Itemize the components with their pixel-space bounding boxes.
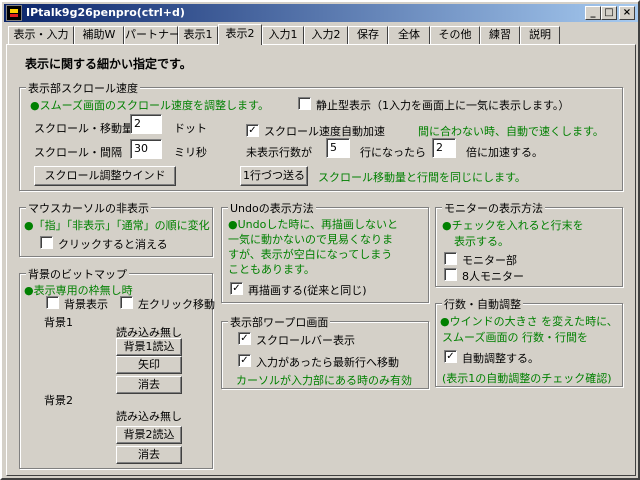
left-click-move-label: 左クリック移動 [138,298,215,311]
page-heading: 表示に関する細かい指定です。 [25,57,192,71]
monitor-title: モニターの表示方法 [442,200,545,216]
auto-accel-note: 間に合わない時、自動で速くします。 [418,125,604,138]
click-hide-checkbox[interactable] [40,236,53,249]
tab-display-input[interactable]: 表示・入力 [8,26,74,44]
interval-unit: ミリ秒 [174,146,207,159]
mouse-desc: ●「指」「非表示」「通常」の順に変化 [24,219,210,232]
interval-input[interactable]: 30 [130,139,162,159]
auto-adjust-checkbox[interactable]: ✓ [444,350,457,363]
scrollbar-checkbox[interactable]: ✓ [238,332,251,345]
bg1-label: 背景1 [44,316,73,329]
auto-accel-label: スクロール速度自動加速 [264,125,385,138]
bg2-status: 読み込み無し [116,410,182,423]
warp-title: 表示部ワープロ画面 [228,314,331,330]
mouse-cursor-group: マウスカーソルの非表示 ●「指」「非表示」「通常」の順に変化 クリックすると消え… [19,200,213,257]
tab-explain[interactable]: 説明 [520,26,560,44]
monitor-group: モニターの表示方法 ●チェックを入れると行末を 表示する。 モニター部 8人モニ… [435,200,623,287]
bg2-load-button[interactable]: 背景2読込 [116,426,182,444]
bg1-clear-button[interactable]: 消去 [116,376,182,394]
same-note: スクロール移動量と行間を同じにします。 [318,171,526,184]
lines-input[interactable]: 5 [326,138,350,158]
app-window: IPtalk9g26penpro(ctrl+d) _ □ × 表示・入力 補助W… [0,0,640,480]
move-last-checkbox[interactable]: ✓ [238,354,251,367]
mouse-cursor-title: マウスカーソルの非表示 [26,200,151,216]
click-hide-label: クリックすると消える [58,238,168,251]
left-click-move-checkbox[interactable] [120,296,133,309]
move-amount-input[interactable]: 2 [130,114,162,134]
auto-accel-checkbox[interactable]: ✓ [246,124,259,137]
monitor-desc-1: ●チェックを入れると行末を [442,219,584,232]
redraw-checkbox[interactable]: ✓ [230,282,243,295]
auto-adjust-desc-2: スムーズ画面の 行数・行間を [442,331,588,344]
monitor-part-checkbox[interactable] [444,252,457,265]
app-icon[interactable] [6,5,22,21]
undo-group: Undoの表示方法 ●Undoした時に、再描画しないと 一気に動かないので見易く… [221,200,429,303]
lines-label: 未表示行数が [246,146,312,159]
static-display-label: 静止型表示（1入力を画面上に一気に表示します。） [316,99,570,112]
bg2-clear-button[interactable]: 消去 [116,446,182,464]
tab-other[interactable]: その他 [430,26,480,44]
static-display-checkbox[interactable] [298,97,311,110]
auto-adjust-label: 自動調整する。 [462,352,539,365]
undo-desc-4: こともあります。 [228,263,315,276]
tab-panel: 表示に関する細かい指定です。 表示部スクロール速度 ●スムーズ画面のスクロール速… [6,44,636,476]
arrow-button[interactable]: 矢印 [116,356,182,374]
undo-desc-3: すが、表示が空白になってしまう [228,248,393,261]
maximize-icon[interactable]: □ [601,6,617,20]
undo-desc-1: ●Undoした時に、再描画しないと [228,218,399,231]
auto-adjust-title: 行数・自動調整 [442,296,523,312]
tab-save[interactable]: 保存 [348,26,388,44]
times-input[interactable]: 2 [432,138,456,158]
eight-monitor-label: 8人モニター [462,270,524,283]
move-last-label: 入力があったら最新行へ移動 [256,356,399,369]
tab-assist-w[interactable]: 補助W [74,26,124,44]
tab-practice[interactable]: 練習 [480,26,520,44]
auto-adjust-group: 行数・自動調整 ●ウインドの大きさ を変えた時に、 スムーズ画面の 行数・行間を… [435,296,623,387]
scroll-speed-title: 表示部スクロール速度 [26,80,140,96]
move-amount-unit: ドット [174,122,207,135]
scroll-adjust-button[interactable]: スクロール調整ウインド [34,166,176,186]
auto-adjust-note: (表示1の自動調整のチェック確認) [442,372,612,385]
bg-show-label: 背景表示 [64,298,108,311]
bg-bitmap-title: 背景のビットマップ [26,266,129,282]
eight-monitor-checkbox[interactable] [444,268,457,281]
scroll-desc: ●スムーズ画面のスクロール速度を調整します。 [30,99,269,112]
window-title: IPtalk9g26penpro(ctrl+d) [26,6,185,19]
minimize-icon[interactable]: _ [585,6,601,20]
tab-display2[interactable]: 表示2 [218,24,262,45]
move-amount-label: スクロール・移動量 [34,122,133,135]
tab-display1[interactable]: 表示1 [178,26,218,44]
scroll-speed-group: 表示部スクロール速度 ●スムーズ画面のスクロール速度を調整します。 静止型表示（… [19,80,623,191]
auto-adjust-desc-1: ●ウインドの大きさ を変えた時に、 [440,315,618,328]
lines-suffix: 行になったら [360,146,426,159]
tab-general[interactable]: 全体 [388,26,430,44]
close-icon[interactable]: × [619,6,635,20]
monitor-part-label: モニター部 [462,254,517,267]
undo-desc-2: 一気に動かないので見易くなりま [228,233,393,246]
bg1-load-button[interactable]: 背景1読込 [116,338,182,356]
undo-title: Undoの表示方法 [228,200,316,216]
tab-partner[interactable]: パートナー [124,26,180,44]
bg2-label: 背景2 [44,394,73,407]
warp-group: 表示部ワープロ画面 ✓ スクロールバー表示 ✓ 入力があったら最新行へ移動 カー… [221,314,429,389]
tab-input2[interactable]: 入力2 [304,26,348,44]
times-suffix: 倍に加速する。 [466,146,543,159]
redraw-label: 再描画する(従来と同じ) [248,284,367,297]
title-bar[interactable]: IPtalk9g26penpro(ctrl+d) _ □ × [4,4,638,22]
monitor-desc-2: 表示する。 [454,235,509,248]
tab-input1[interactable]: 入力1 [262,26,304,44]
bg-show-checkbox[interactable] [46,296,59,309]
scrollbar-label: スクロールバー表示 [256,334,355,347]
one-line-button[interactable]: 1行づつ送る [240,166,308,186]
warp-note: カーソルが入力部にある時のみ有効 [236,374,412,387]
interval-label: スクロール・間隔 [34,146,122,159]
tab-bar: 表示・入力 補助W パートナー 表示1 表示2 入力1 入力2 保存 全体 その… [6,24,636,45]
bg-bitmap-group: 背景のビットマップ ●表示専用の枠無し時 背景表示 左クリック移動 背景1 読み… [19,266,215,469]
